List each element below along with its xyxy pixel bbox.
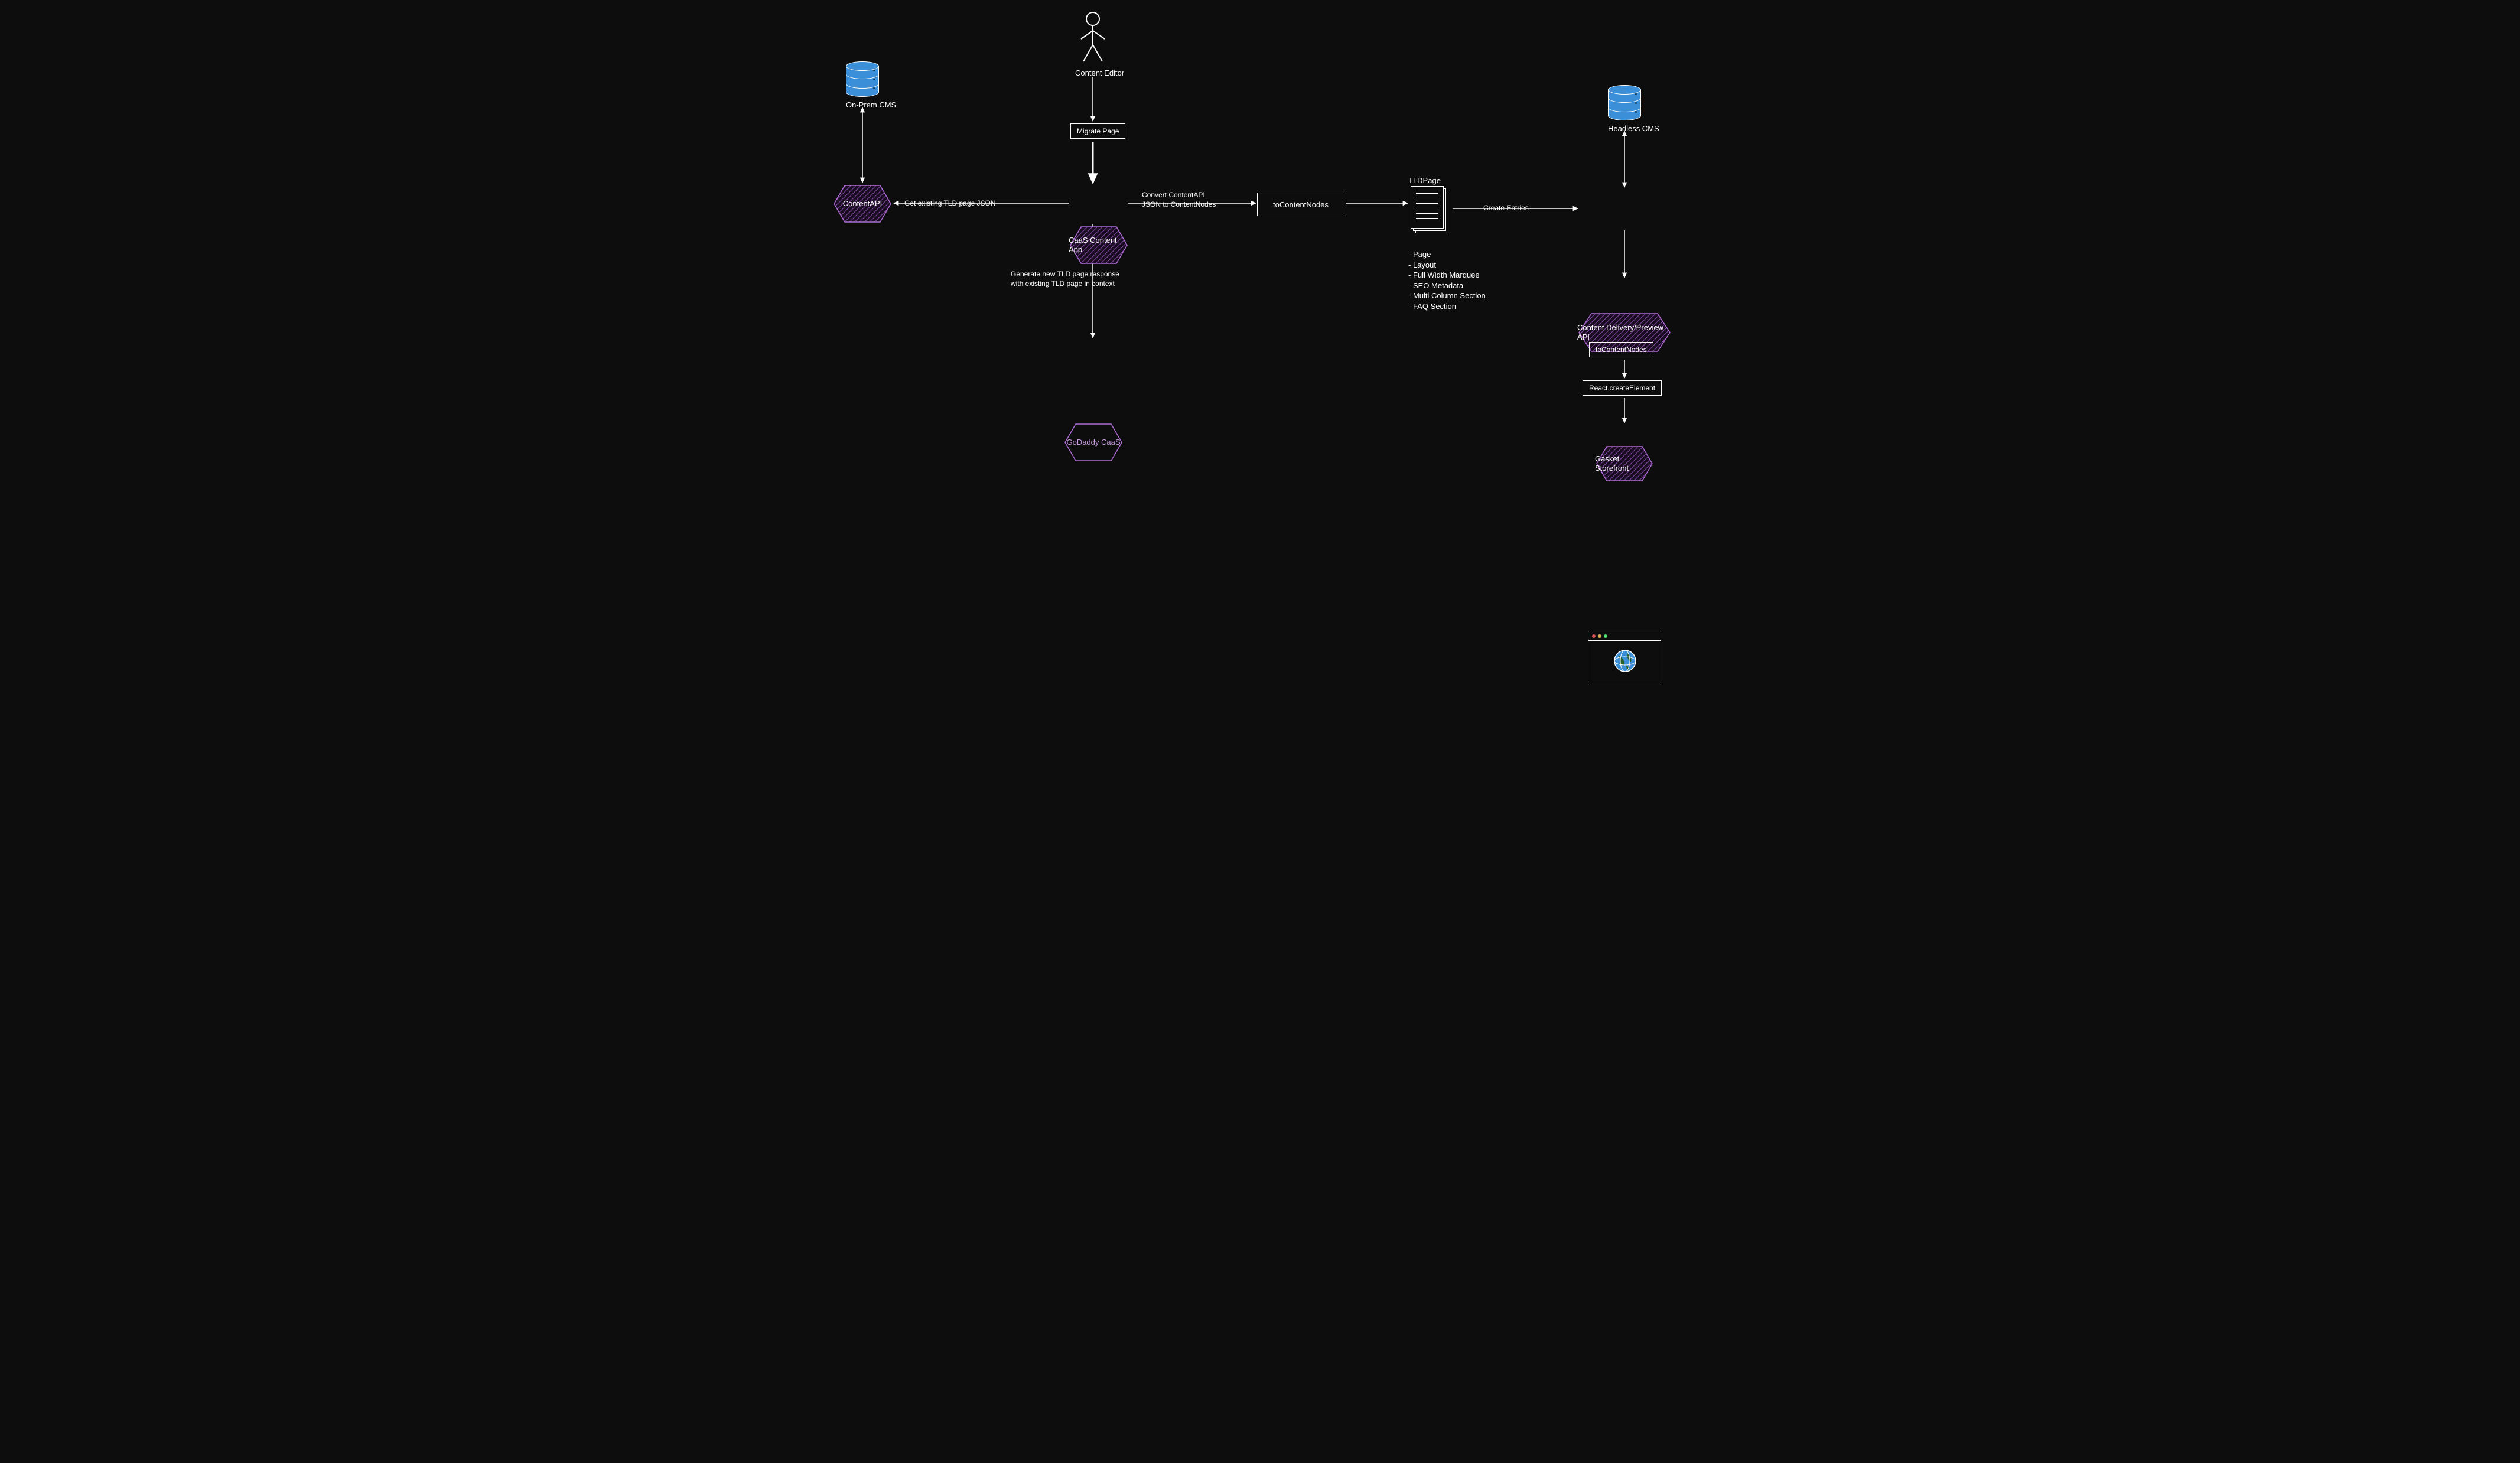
diagram-edges (828, 0, 1692, 496)
tldpage-label: TLDPage (1408, 175, 1441, 186)
godaddy-caas-label: GoDaddy CaaS (1066, 438, 1120, 447)
gasket-storefront-node: Gasket Storefront (1595, 444, 1654, 483)
content-api-label: ContentAPI (843, 199, 883, 208)
to-content-nodes-label: toContentNodes (1273, 200, 1329, 209)
database-icon (846, 61, 879, 97)
document-stack-icon (1411, 186, 1448, 233)
edge-create-entries: Create Entries (1483, 203, 1529, 213)
edge-convert-json: Convert ContentAPI JSON to ContentNodes (1142, 190, 1216, 209)
tldpage-document (1411, 186, 1448, 233)
entry-type-item: SEO Metadata (1408, 281, 1486, 291)
onprem-cms-label: On-Prem CMS (846, 100, 879, 109)
headless-cms-label: Headless CMS (1608, 124, 1641, 133)
person-icon (1075, 11, 1111, 64)
entry-type-item: Multi Column Section (1408, 291, 1486, 301)
content-delivery-api-label: Content Delivery/Preview API (1577, 323, 1672, 341)
entry-types-list: PageLayoutFull Width MarqueeSEO Metadata… (1408, 247, 1486, 311)
edge-generate-response: Generate new TLD page response with exis… (1011, 269, 1119, 288)
godaddy-caas-node: GoDaddy CaaS (1063, 422, 1124, 463)
to-content-nodes-2-node: toContentNodes (1589, 342, 1653, 357)
react-create-element-label: React.createElement (1589, 384, 1655, 392)
migrate-page-node: Migrate Page (1070, 123, 1125, 139)
gasket-storefront-label: Gasket Storefront (1595, 454, 1654, 473)
globe-icon (1613, 649, 1637, 673)
onprem-cms-datastore: On-Prem CMS (846, 61, 879, 109)
migrate-page-label: Migrate Page (1077, 127, 1119, 135)
content-editor-label: Content Editor (1075, 68, 1124, 79)
browser-output (1588, 631, 1661, 685)
to-content-nodes-2-label: toContentNodes (1596, 346, 1647, 354)
content-api-node: ContentAPI (833, 183, 892, 224)
browser-titlebar-icon (1588, 631, 1661, 641)
to-content-nodes-node: toContentNodes (1257, 193, 1344, 216)
architecture-diagram: On-Prem CMS Headless CMS Content Editor … (828, 0, 1692, 496)
react-create-element-node: React.createElement (1583, 380, 1662, 396)
content-editor-actor: Content Editor (1075, 11, 1124, 79)
entry-type-item: Full Width Marquee (1408, 270, 1486, 281)
entry-type-item: Page (1408, 249, 1486, 260)
headless-cms-datastore: Headless CMS (1608, 85, 1641, 133)
entry-type-item: Layout (1408, 260, 1486, 271)
database-icon (1608, 85, 1641, 120)
entry-type-item: FAQ Section (1408, 301, 1486, 312)
caas-content-app-node: CaaS Content App (1069, 224, 1129, 266)
edge-get-tld-json: Get existing TLD page JSON (904, 198, 996, 208)
caas-content-app-label: CaaS Content App (1069, 236, 1129, 254)
